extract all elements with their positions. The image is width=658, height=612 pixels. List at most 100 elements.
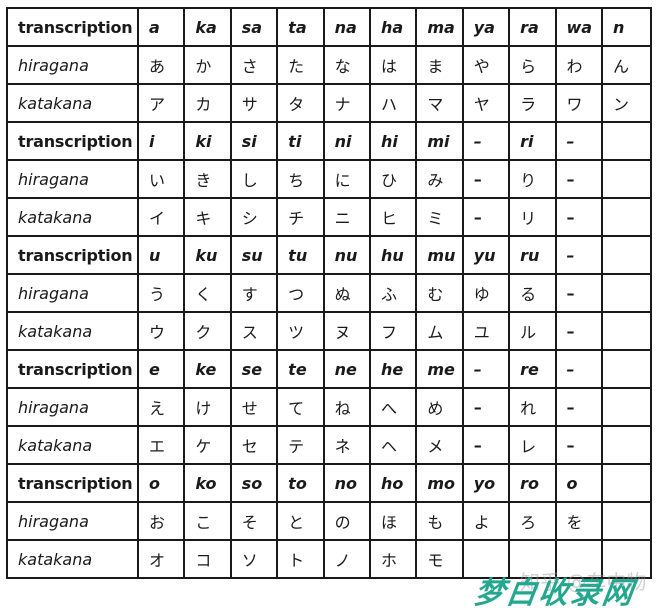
hiragana-cell-ka-col: き — [183, 159, 232, 199]
katakana-cell-na-col: ノ — [322, 539, 371, 579]
katakana-row-e: katakana エケセテネヘメ – レ – — [6, 425, 652, 465]
katakana-cell-ya-col: ユ — [461, 311, 511, 351]
row-label-hiragana: hiragana — [6, 387, 139, 427]
row-label-transcription: transcription — [6, 463, 139, 503]
transcription-cell-sa-col: se — [229, 349, 279, 389]
transcription-cell-ha-col: ho — [368, 463, 418, 503]
transcription-row-a: transcription a ka sa ta na ha ma ya ra wa n — [6, 7, 652, 47]
katakana-cell-ha-col: ホ — [368, 539, 418, 579]
hiragana-cell-sa-col: せ — [229, 387, 279, 427]
hiragana-row-e: hiragana えけせてねへめ – れ – — [6, 387, 652, 427]
hiragana-cell-ya-col: よ — [461, 501, 511, 541]
hiragana-cell-wa-col: – — [554, 387, 604, 427]
hiragana-cell-ma-col: む — [415, 273, 464, 313]
hiragana-cell-ra-col: れ — [508, 387, 557, 427]
transcription-cell-a-col: o — [136, 463, 186, 503]
hiragana-cell-a-col: あ — [136, 45, 186, 85]
hiragana-cell-sa-col: そ — [229, 501, 279, 541]
katakana-cell-na-col: ネ — [322, 425, 371, 465]
transcription-cell-ta-col: ti — [276, 121, 325, 161]
hiragana-cell-ha-col: ほ — [368, 501, 418, 541]
hiragana-cell-n-col — [601, 387, 652, 427]
hiragana-cell-ka-col: け — [183, 387, 232, 427]
hiragana-cell-wa-col: を — [554, 501, 604, 541]
katakana-cell-wa-col: ワ — [554, 83, 604, 123]
hiragana-cell-ya-col: ゆ — [461, 273, 511, 313]
transcription-cell-ka-col: ka — [183, 7, 232, 47]
hiragana-cell-ya-col: – — [461, 387, 511, 427]
transcription-cell-ya-col: yo — [461, 463, 511, 503]
hiragana-cell-a-col: い — [136, 159, 186, 199]
katakana-cell-ta-col: ツ — [276, 311, 325, 351]
transcription-cell-ka-col: ki — [183, 121, 232, 161]
transcription-cell-ya-col: ya — [461, 7, 511, 47]
row-label-katakana: katakana — [6, 311, 139, 351]
katakana-cell-sa-col: ス — [229, 311, 279, 351]
katakana-cell-ma-col: ミ — [415, 197, 464, 237]
katakana-cell-ha-col: ヒ — [368, 197, 418, 237]
katakana-row-i: katakana イキシチニヒミ – リ – — [6, 197, 652, 237]
hiragana-cell-sa-col: し — [229, 159, 279, 199]
hiragana-cell-ta-col: つ — [276, 273, 325, 313]
katakana-cell-ya-col: – — [461, 197, 511, 237]
hiragana-cell-ka-col: か — [183, 45, 232, 85]
transcription-cell-ra-col: ru — [508, 235, 557, 275]
hiragana-cell-wa-col: – — [554, 159, 604, 199]
transcription-cell-wa-col: – — [554, 121, 604, 161]
katakana-cell-a-col: イ — [136, 197, 186, 237]
transcription-cell-ha-col: hi — [368, 121, 418, 161]
row-label-transcription: transcription — [6, 121, 139, 161]
transcription-cell-ma-col: ma — [415, 7, 464, 47]
hiragana-cell-sa-col: さ — [229, 45, 279, 85]
transcription-cell-na-col: na — [322, 7, 371, 47]
katakana-cell-ka-col: ケ — [183, 425, 232, 465]
transcription-cell-sa-col: sa — [229, 7, 279, 47]
katakana-cell-ra-col: ラ — [508, 83, 557, 123]
katakana-cell-n-col — [601, 197, 652, 237]
transcription-cell-ma-col: mi — [415, 121, 464, 161]
katakana-cell-n-col — [601, 311, 652, 351]
katakana-cell-ta-col: タ — [276, 83, 325, 123]
row-label-transcription: transcription — [6, 235, 139, 275]
transcription-cell-sa-col: so — [229, 463, 279, 503]
row-label-hiragana: hiragana — [6, 273, 139, 313]
transcription-cell-a-col: a — [136, 7, 186, 47]
row-label-katakana: katakana — [6, 197, 139, 237]
hiragana-cell-ha-col: は — [368, 45, 418, 85]
transcription-cell-ra-col: ra — [508, 7, 557, 47]
transcription-cell-ha-col: he — [368, 349, 418, 389]
katakana-cell-wa-col: – — [554, 311, 604, 351]
transcription-cell-n-col — [601, 463, 652, 503]
row-label-katakana: katakana — [6, 83, 139, 123]
katakana-cell-a-col: エ — [136, 425, 186, 465]
hiragana-cell-ta-col: と — [276, 501, 325, 541]
katakana-cell-ya-col — [461, 539, 511, 579]
transcription-row-u: transcription u ku su tu nu hu mu yu ru – — [6, 235, 652, 275]
hiragana-cell-n-col — [601, 501, 652, 541]
hiragana-cell-ta-col: て — [276, 387, 325, 427]
hiragana-cell-a-col: お — [136, 501, 186, 541]
katakana-cell-n-col — [601, 539, 652, 579]
hiragana-cell-sa-col: す — [229, 273, 279, 313]
transcription-cell-na-col: ni — [322, 121, 371, 161]
transcription-cell-ra-col: re — [508, 349, 557, 389]
transcription-cell-ya-col: yu — [461, 235, 511, 275]
katakana-cell-ka-col: ク — [183, 311, 232, 351]
transcription-cell-n-col — [601, 235, 652, 275]
transcription-cell-ta-col: tu — [276, 235, 325, 275]
katakana-cell-a-col: オ — [136, 539, 186, 579]
transcription-cell-a-col: i — [136, 121, 186, 161]
katakana-cell-na-col: ヌ — [322, 311, 371, 351]
hiragana-cell-a-col: え — [136, 387, 186, 427]
katakana-cell-wa-col — [554, 539, 604, 579]
hiragana-cell-ka-col: く — [183, 273, 232, 313]
transcription-cell-wa-col: wa — [554, 7, 604, 47]
row-label-katakana: katakana — [6, 425, 139, 465]
transcription-cell-sa-col: si — [229, 121, 279, 161]
hiragana-cell-ha-col: ひ — [368, 159, 418, 199]
transcription-cell-n-col: n — [601, 7, 652, 47]
transcription-cell-n-col — [601, 121, 652, 161]
transcription-row-e: transcription e ke se te ne he me – re – — [6, 349, 652, 389]
katakana-cell-sa-col: シ — [229, 197, 279, 237]
hiragana-cell-ha-col: ふ — [368, 273, 418, 313]
